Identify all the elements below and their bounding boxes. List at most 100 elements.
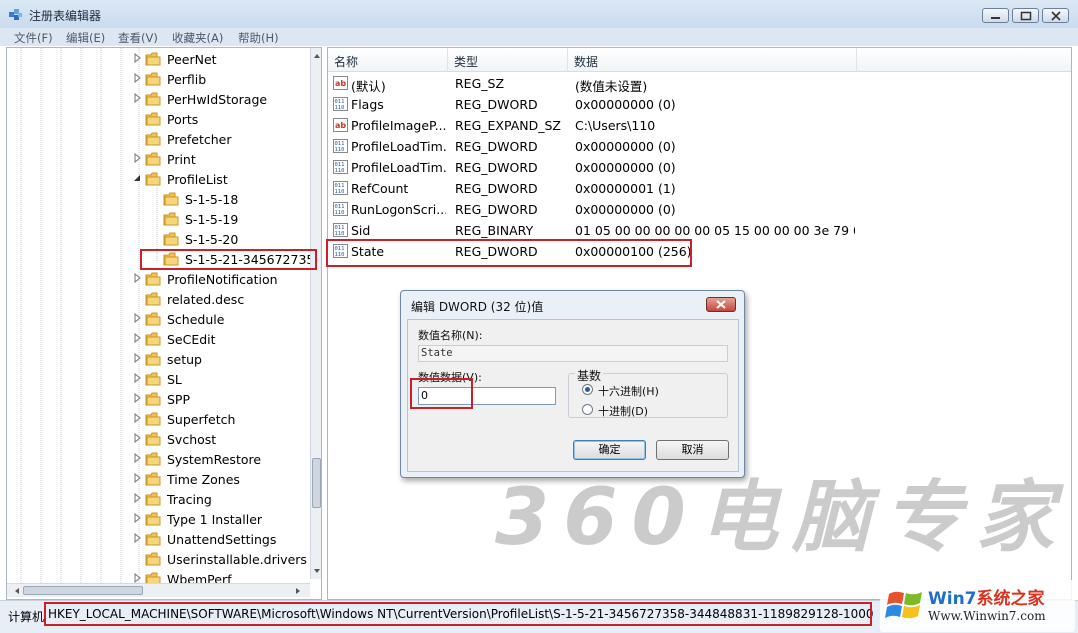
tree-item[interactable]: Ports [131,109,311,129]
expand-arrow-icon[interactable] [133,333,143,343]
expand-arrow-icon[interactable] [133,433,143,443]
dialog-close-button[interactable] [706,297,736,312]
value-row[interactable]: ab ProfileImageP... REG_EXPAND_SZ C:\Users\… [328,115,1071,136]
value-row[interactable]: ab (默认) REG_SZ (数值未设置) [328,73,1071,94]
expand-arrow-icon[interactable] [133,513,143,523]
expand-arrow-icon[interactable] [133,93,143,103]
hex-radio[interactable] [582,384,593,395]
tree-item[interactable]: SL [131,369,311,389]
binary-value-icon: 011110 [333,97,348,111]
column-divider[interactable] [856,48,857,72]
value-name-cell: RunLogonScri... [351,202,446,217]
expand-arrow-icon[interactable] [133,273,143,283]
tree-item[interactable]: Superfetch [131,409,311,429]
decimal-radio[interactable] [582,404,593,415]
tree-vertical-scrollbar[interactable] [310,48,322,579]
tree-item[interactable]: PeerNet [131,49,311,69]
tree-item[interactable]: Perflib [131,69,311,89]
value-type-cell: REG_DWORD [455,97,538,112]
hex-radio-label[interactable]: 十六进制(H) [598,383,659,399]
tree-item[interactable]: PerHwIdStorage [131,89,311,109]
tree-horizontal-thumb[interactable] [23,586,143,595]
tree-item[interactable]: ProfileNotification [131,269,311,289]
maximize-button[interactable] [1012,8,1039,23]
tree-item-label: ProfileNotification [167,272,278,287]
expand-arrow-icon[interactable] [133,393,143,403]
tree-item[interactable]: Tracing [131,489,311,509]
collapse-arrow-icon[interactable] [133,173,143,183]
scroll-right-icon[interactable] [292,585,304,597]
value-row[interactable]: 011 110 ProfileLoadTim... REG_DWORD 0x000000… [328,157,1071,178]
column-divider[interactable] [567,48,568,72]
expand-arrow-icon[interactable] [133,533,143,543]
value-row[interactable]: 011 110 Flags REG_DWORD 0x00000000 (0) [328,94,1071,115]
menu-help[interactable]: 帮助(H) [238,30,279,46]
binary-value-icon: 011110 [333,244,348,258]
folder-icon [145,372,161,386]
menu-view[interactable]: 查看(V) [118,30,158,46]
expand-arrow-icon[interactable] [133,353,143,363]
tree-item[interactable]: SystemRestore [131,449,311,469]
svg-text:110: 110 [335,189,345,195]
expand-arrow-icon[interactable] [133,373,143,383]
tree-item[interactable]: S-1-5-18 [149,189,311,209]
expand-arrow-icon[interactable] [133,453,143,463]
decimal-radio-label[interactable]: 十进制(D) [598,403,648,419]
column-type-header[interactable]: 类型 [454,53,478,70]
value-row[interactable]: 011 110 Sid REG_BINARY 01 05 00 00 00 00 00 … [328,220,1071,241]
value-row[interactable]: 011 110 ProfileLoadTim... REG_DWORD 0x000000… [328,136,1071,157]
menu-favorites[interactable]: 收藏夹(A) [172,30,223,46]
svg-text:110: 110 [335,168,345,174]
expand-arrow-icon[interactable] [133,53,143,63]
tree-item[interactable]: S-1-5-21-345672735 [149,249,314,269]
tree-item[interactable]: Time Zones [131,469,311,489]
column-name-header[interactable]: 名称 [334,53,358,70]
folder-icon [145,412,161,426]
folder-icon [145,132,161,146]
tree-item-label: Prefetcher [167,132,232,147]
expand-arrow-icon[interactable] [133,413,143,423]
expand-arrow-icon[interactable] [133,473,143,483]
menu-file[interactable]: 文件(F) [14,30,53,46]
expand-arrow-icon[interactable] [133,153,143,163]
tree-item[interactable]: related.desc [131,289,311,309]
menu-edit[interactable]: 编辑(E) [66,30,105,46]
tree-item[interactable]: ProfileList [131,169,311,189]
tree-item[interactable]: S-1-5-20 [149,229,311,249]
folder-icon [145,112,161,126]
value-row[interactable]: 011 110 RunLogonScri... REG_DWORD 0x00000000… [328,199,1071,220]
expand-arrow-icon[interactable] [133,73,143,83]
minimize-button[interactable] [982,8,1009,23]
value-data-input[interactable]: 0 [418,387,556,405]
value-row[interactable]: 011 110 RefCount REG_DWORD 0x00000001 (1) [328,178,1071,199]
tree-item[interactable]: SeCEdit [131,329,311,349]
tree-horizontal-scrollbar[interactable] [7,583,310,597]
tree-item[interactable]: Prefetcher [131,129,311,149]
tree-item[interactable]: Print [131,149,311,169]
tree-item[interactable]: S-1-5-19 [149,209,311,229]
value-type-cell: REG_EXPAND_SZ [455,118,561,133]
tree-vertical-thumb[interactable] [312,458,321,508]
scroll-left-icon[interactable] [11,585,23,597]
expand-arrow-icon[interactable] [133,573,143,583]
value-row[interactable]: 011 110 State REG_DWORD 0x00000100 (256) [328,241,1071,262]
tree-item[interactable]: Svchost [131,429,311,449]
tree-item[interactable]: Type 1 Installer [131,509,311,529]
expand-arrow-icon[interactable] [133,313,143,323]
value-name-cell: ProfileLoadTim... [351,139,446,154]
tree-item-label: S-1-5-19 [185,212,239,227]
folder-icon [145,532,161,546]
expand-arrow-icon[interactable] [133,493,143,503]
tree-item[interactable]: SPP [131,389,311,409]
close-button[interactable] [1042,8,1069,23]
column-divider[interactable] [447,48,448,72]
scroll-down-icon[interactable] [311,565,322,577]
tree-item[interactable]: UnattendSettings [131,529,311,549]
value-data-cell: 0x00000100 (256) [575,244,692,259]
tree-item-label: setup [167,352,202,367]
scroll-up-icon[interactable] [311,50,322,62]
tree-item[interactable]: Userinstallable.drivers [131,549,311,569]
column-data-header[interactable]: 数据 [574,53,598,70]
tree-item[interactable]: setup [131,349,311,369]
tree-item[interactable]: Schedule [131,309,311,329]
